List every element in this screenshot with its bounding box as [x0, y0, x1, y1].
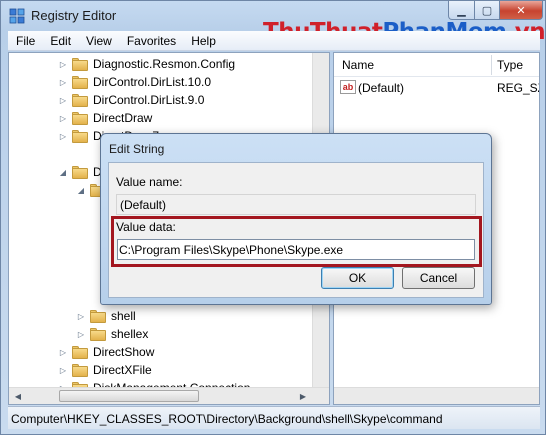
registry-editor-window: Registry Editor ThuThuatPhanMem.vn ▁ ▢ ✕… — [0, 0, 546, 435]
status-bar-path: Computer\HKEY_CLASSES_ROOT\Directory\Bac… — [8, 406, 540, 429]
value-type: REG_SZ — [497, 81, 539, 95]
expand-arrow-icon[interactable]: ▷ — [57, 346, 69, 358]
folder-icon — [72, 111, 89, 125]
folder-icon — [72, 165, 89, 179]
tree-item-label: DirectXFile — [93, 363, 152, 377]
horizontal-scroll-thumb[interactable] — [59, 390, 199, 402]
tree-item-label: DirectShow — [93, 345, 155, 359]
value-name-field: (Default) — [116, 194, 476, 215]
folder-icon — [72, 345, 89, 359]
expand-arrow-icon[interactable]: ▷ — [57, 364, 69, 376]
tree-item[interactable]: ▷ DirectShow — [57, 342, 154, 362]
tree-item-label: shell — [111, 309, 136, 323]
expand-arrow-icon[interactable]: ▷ — [57, 130, 69, 142]
window-title: Registry Editor — [31, 8, 117, 23]
tree-item-label: DirControl.DirList.10.0 — [93, 75, 212, 89]
menu-favorites[interactable]: Favorites — [119, 34, 183, 48]
dialog-title: Edit String — [109, 142, 165, 156]
tree-item[interactable]: ▷ DirControl.DirList.10.0 — [57, 72, 211, 92]
menu-bar: File Edit View Favorites Help — [8, 31, 540, 51]
maximize-button[interactable]: ▢ — [474, 1, 500, 20]
tree-item-label: Diagnostic.Resmon.Config — [93, 57, 236, 71]
tree-horizontal-scrollbar[interactable]: ◀ ▶ — [9, 387, 329, 404]
menu-edit[interactable]: Edit — [42, 34, 78, 48]
tree-item[interactable]: ▷ DirectXFile — [57, 360, 152, 380]
expand-arrow-icon[interactable]: ▷ — [57, 112, 69, 124]
expand-arrow-icon[interactable]: ◢ — [75, 184, 87, 196]
value-name: (Default) — [358, 81, 405, 95]
string-value-icon: ab — [340, 80, 356, 94]
list-horizontal-scrollbar[interactable] — [334, 387, 539, 404]
folder-icon — [72, 363, 89, 377]
tree-item[interactable]: ◢ D — [57, 162, 102, 182]
column-separator[interactable] — [491, 55, 492, 75]
dialog-body: Value name: (Default) Value data: C:\Pro… — [108, 162, 484, 298]
expand-arrow-icon[interactable]: ◢ — [57, 166, 69, 178]
tree-item[interactable]: ▷ DirControl.DirList.9.0 — [57, 90, 204, 110]
expand-arrow-icon[interactable]: ▷ — [75, 328, 87, 340]
scroll-right-icon[interactable]: ▶ — [295, 388, 311, 404]
folder-icon — [90, 309, 107, 323]
close-icon: ✕ — [516, 4, 526, 17]
value-data-input[interactable]: C:\Program Files\Skype\Phone\Skype.exe — [117, 239, 475, 260]
ok-button[interactable]: OK — [321, 267, 394, 289]
folder-icon — [72, 129, 89, 143]
folder-icon — [72, 75, 89, 89]
scroll-left-icon[interactable]: ◀ — [10, 388, 26, 404]
cancel-button[interactable]: Cancel — [402, 267, 475, 289]
tree-item[interactable]: ▷ Diagnostic.Resmon.Config — [57, 54, 235, 74]
menu-view[interactable]: View — [78, 34, 119, 48]
minimize-button[interactable]: ▁ — [448, 1, 475, 20]
column-header-name[interactable]: Name — [342, 58, 374, 72]
list-header: Name Type — [334, 53, 539, 77]
expand-arrow-icon[interactable]: ▷ — [57, 58, 69, 70]
minimize-icon: ▁ — [457, 4, 466, 17]
tree-item[interactable]: ▷ shell — [75, 306, 136, 326]
title-bar[interactable]: Registry Editor ThuThuatPhanMem.vn ▁ ▢ ✕ — [1, 1, 546, 45]
folder-icon — [72, 93, 89, 107]
tree-item[interactable]: ▷ DirectDraw — [57, 108, 152, 128]
expand-arrow-icon[interactable]: ▷ — [57, 76, 69, 88]
list-item[interactable]: ab (Default) REG_SZ — [334, 78, 539, 98]
menu-file[interactable]: File — [8, 34, 42, 48]
tree-item-label: DirectDraw — [93, 111, 153, 125]
close-button[interactable]: ✕ — [499, 1, 543, 20]
registry-editor-icon — [9, 8, 25, 24]
column-header-type[interactable]: Type — [497, 58, 523, 72]
edit-string-dialog: Edit String Value name: (Default) Value … — [100, 133, 492, 305]
maximize-icon: ▢ — [481, 4, 493, 17]
folder-icon — [90, 327, 107, 341]
tree-item-label: DirControl.DirList.9.0 — [93, 93, 205, 107]
expand-arrow-icon[interactable]: ▷ — [75, 310, 87, 322]
expand-arrow-icon[interactable]: ▷ — [57, 94, 69, 106]
folder-icon — [72, 57, 89, 71]
value-data-label: Value data: — [116, 220, 176, 234]
tree-item[interactable]: ▷ shellex — [75, 324, 148, 344]
menu-help[interactable]: Help — [183, 34, 223, 48]
value-name-label: Value name: — [116, 175, 183, 189]
tree-item-label: shellex — [111, 327, 149, 341]
